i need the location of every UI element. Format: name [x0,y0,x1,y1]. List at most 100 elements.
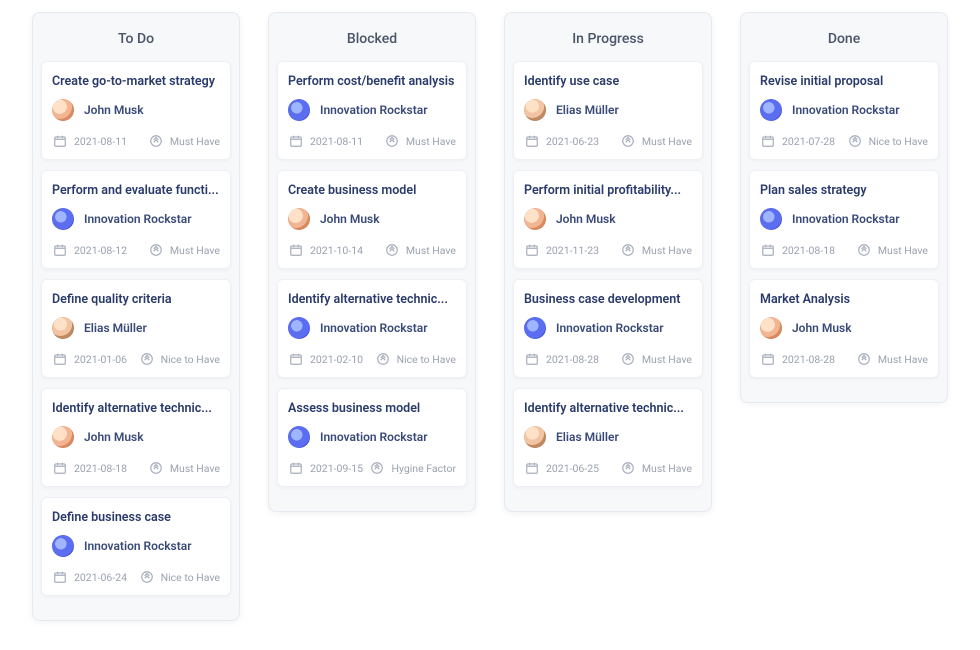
calendar-icon [760,242,776,258]
priority-icon [620,460,636,476]
calendar-icon [288,242,304,258]
calendar-icon [524,242,540,258]
card-priority: Nice to Have [869,135,928,148]
card-date: 2021-11-23 [546,244,599,257]
card-meta-row: 2021-06-23 Must Have [524,133,692,149]
calendar-icon [760,133,776,149]
card-priority: Hygine Factor [391,462,456,475]
calendar-icon [524,460,540,476]
kanban-card[interactable]: Business case development Innovation Roc… [513,279,703,378]
card-priority: Nice to Have [161,353,220,366]
assignee-row: John Musk [52,426,220,448]
avatar [288,426,310,448]
card-title: Identify alternative technic... [52,401,220,416]
avatar [524,99,546,121]
assignee-name: Innovation Rockstar [792,103,900,117]
card-meta-row: 2021-11-23 Must Have [524,242,692,258]
card-title: Create go-to-market strategy [52,74,220,89]
card-meta-row: 2021-07-28 Nice to Have [760,133,928,149]
kanban-column-blocked: Blocked Perform cost/benefit analysis In… [268,12,476,512]
kanban-card[interactable]: Revise initial proposal Innovation Rocks… [749,61,939,160]
avatar [760,99,782,121]
assignee-name: John Musk [320,212,380,226]
assignee-row: Innovation Rockstar [760,208,928,230]
avatar [52,99,74,121]
calendar-icon [288,351,304,367]
kanban-card[interactable]: Identify alternative technic... Elias Mü… [513,388,703,487]
card-priority: Must Have [642,353,692,366]
card-date: 2021-10-14 [310,244,363,257]
card-meta-row: 2021-06-24 Nice to Have [52,569,220,585]
calendar-icon [52,569,68,585]
calendar-icon [288,133,304,149]
card-date: 2021-08-11 [74,135,127,148]
card-meta-row: 2021-08-18 Must Have [760,242,928,258]
card-meta-row: 2021-09-15 Hygine Factor [288,460,456,476]
avatar [52,426,74,448]
assignee-row: Elias Müller [52,317,220,339]
card-title: Identify alternative technic... [288,292,456,307]
assignee-row: John Musk [288,208,456,230]
card-priority: Must Have [406,135,456,148]
card-priority: Must Have [406,244,456,257]
priority-icon [148,133,164,149]
avatar [760,208,782,230]
avatar [52,317,74,339]
kanban-card[interactable]: Create business model John Musk 2021-10-… [277,170,467,269]
kanban-card[interactable]: Define business case Innovation Rockstar… [41,497,231,596]
priority-icon [856,351,872,367]
kanban-card[interactable]: Perform initial profitability... John Mu… [513,170,703,269]
kanban-card[interactable]: Perform cost/benefit analysis Innovation… [277,61,467,160]
card-priority: Nice to Have [161,571,220,584]
priority-icon [847,133,863,149]
assignee-row: Elias Müller [524,99,692,121]
card-title: Identify alternative technic... [524,401,692,416]
priority-icon [856,242,872,258]
assignee-row: Innovation Rockstar [52,208,220,230]
calendar-icon [524,351,540,367]
card-title: Plan sales strategy [760,183,928,198]
kanban-card[interactable]: Identify alternative technic... Innovati… [277,279,467,378]
avatar [524,426,546,448]
priority-icon [139,569,155,585]
assignee-row: Innovation Rockstar [288,426,456,448]
card-date: 2021-07-28 [782,135,835,148]
assignee-name: Innovation Rockstar [320,321,428,335]
card-title: Define quality criteria [52,292,220,307]
card-priority: Must Have [642,135,692,148]
calendar-icon [52,351,68,367]
assignee-name: Innovation Rockstar [84,539,192,553]
card-priority: Must Have [642,462,692,475]
card-date: 2021-06-23 [546,135,599,148]
kanban-column-in-progress: In Progress Identify use case Elias Müll… [504,12,712,512]
assignee-name: Elias Müller [556,430,619,444]
assignee-row: John Musk [52,99,220,121]
kanban-card[interactable]: Market Analysis John Musk 2021-08-28 Mus… [749,279,939,378]
card-meta-row: 2021-02-10 Nice to Have [288,351,456,367]
card-priority: Must Have [170,462,220,475]
assignee-row: Innovation Rockstar [52,535,220,557]
assignee-name: Innovation Rockstar [84,212,192,226]
card-date: 2021-08-12 [74,244,127,257]
card-date: 2021-01-06 [74,353,127,366]
card-meta-row: 2021-10-14 Must Have [288,242,456,258]
card-meta-row: 2021-08-18 Must Have [52,460,220,476]
kanban-card[interactable]: Perform and evaluate functi... Innovatio… [41,170,231,269]
card-priority: Must Have [878,244,928,257]
kanban-card[interactable]: Create go-to-market strategy John Musk 2… [41,61,231,160]
priority-icon [139,351,155,367]
avatar [288,208,310,230]
assignee-row: John Musk [760,317,928,339]
kanban-card[interactable]: Plan sales strategy Innovation Rockstar … [749,170,939,269]
kanban-card[interactable]: Identify use case Elias Müller 2021-06-2… [513,61,703,160]
kanban-card[interactable]: Identify alternative technic... John Mus… [41,388,231,487]
avatar [52,208,74,230]
priority-icon [375,351,391,367]
calendar-icon [52,133,68,149]
card-title: Create business model [288,183,456,198]
avatar [288,99,310,121]
kanban-card[interactable]: Define quality criteria Elias Müller 202… [41,279,231,378]
card-date: 2021-06-25 [546,462,599,475]
kanban-card[interactable]: Assess business model Innovation Rocksta… [277,388,467,487]
card-meta-row: 2021-01-06 Nice to Have [52,351,220,367]
